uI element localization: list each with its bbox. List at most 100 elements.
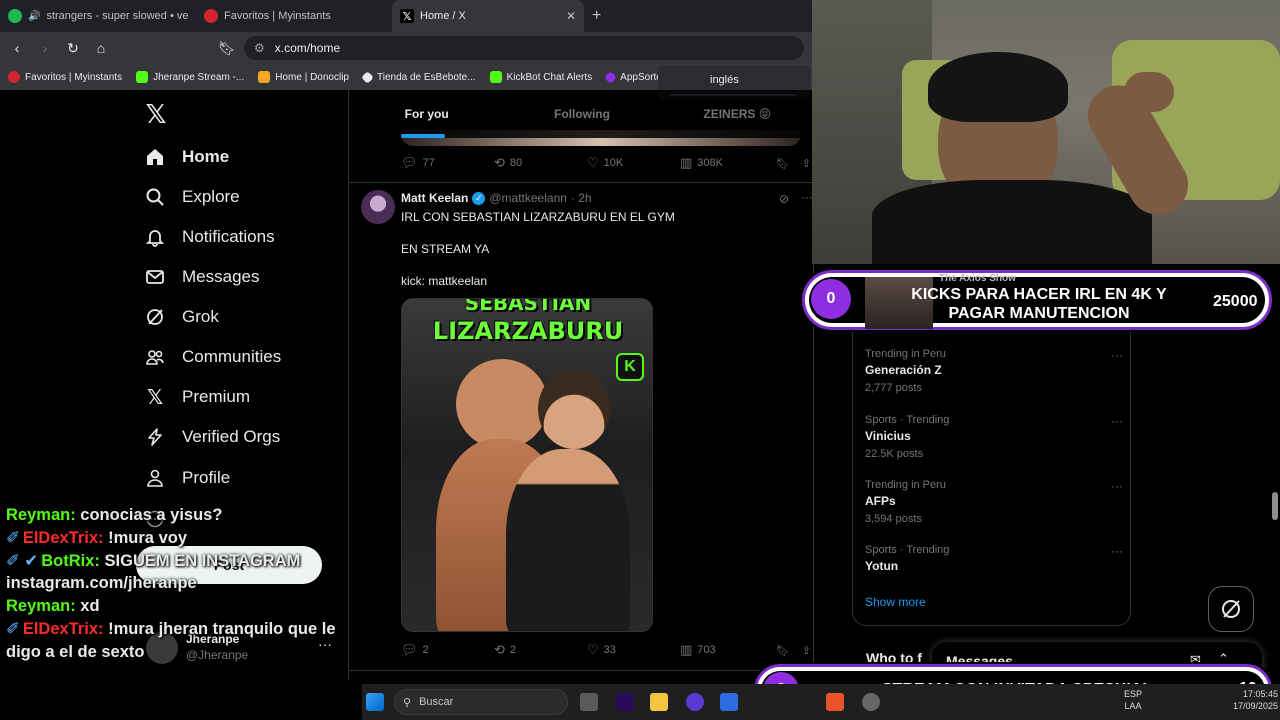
trend-item[interactable]: Sports · Trending Yotun ··· <box>865 544 1123 573</box>
tab-spotify[interactable]: 🔊 strangers - super slowed • velour <box>0 0 196 32</box>
nav-grok[interactable]: Grok <box>144 302 219 332</box>
bookmark-kickbot[interactable]: KickBot Chat Alerts <box>489 71 593 83</box>
nav-messages[interactable]: Messages <box>144 262 259 292</box>
post-media-image[interactable]: SEBASTIAN LIZARZABURU K <box>401 298 653 632</box>
bookmark-icon[interactable]: 🔖︎ <box>218 39 236 57</box>
webcam-hand <box>1124 72 1174 112</box>
views-button[interactable]: ▥ 308K <box>680 155 773 171</box>
nav-label: Premium <box>182 387 251 406</box>
tab-myinstants[interactable]: Favoritos | Myinstants <box>196 0 392 32</box>
tab-following[interactable]: Following <box>504 90 659 138</box>
bookmark-post-icon[interactable]: 🔖︎ <box>776 644 790 657</box>
scrollbar-thumb[interactable] <box>1272 492 1278 520</box>
goal-inner: 0 The Axios Show KICKS PARA HACER IRL EN… <box>809 273 1265 329</box>
like-button[interactable]: ♡ 10K <box>587 155 680 171</box>
avatar[interactable] <box>361 190 395 224</box>
reload-icon[interactable]: ↻ <box>64 39 82 57</box>
show-more-link[interactable]: Show more <box>865 595 926 609</box>
trend-item[interactable]: Sports · Trending Vinicius 22.5K posts ·… <box>865 414 1123 460</box>
media-figure <box>456 359 548 449</box>
nav-home[interactable]: Home <box>144 142 229 172</box>
like-button[interactable]: ♡ 33 <box>587 642 680 658</box>
app-icon[interactable] <box>862 693 880 711</box>
tab-zeiners[interactable]: ZEINERS 😝 <box>660 90 813 138</box>
translate-language[interactable]: inglés <box>710 74 739 86</box>
kickbot-icon <box>489 71 502 83</box>
like-count: 33 <box>603 644 616 656</box>
chat-text: !mura voy <box>108 528 187 547</box>
premiere-icon[interactable] <box>616 693 634 711</box>
bookmark-donoclip[interactable]: Home | Donoclip <box>258 71 349 83</box>
app-icon[interactable] <box>720 693 738 711</box>
nav-premium[interactable]: 𝕏 Premium <box>144 382 250 412</box>
reply-button[interactable]: 💬︎ 77 <box>401 155 494 171</box>
donoclip-icon <box>258 71 271 83</box>
bell-icon <box>144 226 166 248</box>
nav-verified-orgs[interactable]: Verified Orgs <box>144 422 280 452</box>
repost-button[interactable]: ⟲ 80 <box>494 155 587 171</box>
brave-icon[interactable] <box>826 693 844 711</box>
home-browser-icon[interactable]: ⌂ <box>92 39 110 57</box>
bookmark-tienda[interactable]: Tienda de EsBebote... <box>361 70 476 84</box>
tray-clock[interactable]: 17:05:45 17/09/2025 <box>1218 688 1278 712</box>
more-icon[interactable]: ··· <box>1111 414 1123 428</box>
bookmark-myinstants[interactable]: Favoritos | Myinstants <box>8 71 122 83</box>
author-name[interactable]: Matt Keelan <box>401 191 468 205</box>
reply-button[interactable]: 💬︎ 2 <box>401 642 494 658</box>
taskbar-search[interactable]: ⚲ Buscar <box>394 689 568 715</box>
heart-icon: ♡ <box>587 642 599 657</box>
grok-explain-icon[interactable]: ⊘ <box>779 192 789 206</box>
author-handle[interactable]: @mattkeelann <box>489 191 567 205</box>
nav-explore[interactable]: Explore <box>144 182 240 212</box>
new-tab-button[interactable]: + <box>592 7 601 25</box>
forward-icon[interactable]: › <box>36 39 54 57</box>
trend-name: Generación Z <box>865 363 942 377</box>
windows-start-icon[interactable] <box>366 693 384 711</box>
nav-communities[interactable]: Communities <box>144 342 281 372</box>
trend-item[interactable]: Trending in Peru AFPs 3,594 posts ··· <box>865 479 1123 525</box>
chat-text: conocias a yisus? <box>80 506 223 524</box>
more-icon[interactable]: ··· <box>1111 479 1123 493</box>
tab-for-you[interactable]: For you <box>349 90 504 138</box>
close-tab-icon[interactable]: ✕ <box>566 9 576 23</box>
chat-username: ElDexTrix: <box>22 528 104 547</box>
heart-icon: ♡ <box>587 155 599 170</box>
bot-badge-icon: ✐ ✔ <box>6 551 39 570</box>
nav-label: Explore <box>182 187 240 206</box>
nav-notifications[interactable]: Notifications <box>144 222 275 252</box>
tray-language[interactable]: ESP LAA <box>1118 688 1148 712</box>
post-time[interactable]: · 2h <box>571 191 592 205</box>
back-icon[interactable]: ‹ <box>8 39 26 57</box>
kick-icon <box>136 71 149 83</box>
trend-context: Trending in Peru <box>865 479 946 491</box>
address-bar[interactable]: ⚙ x.com/home <box>244 36 804 60</box>
search-icon <box>144 186 166 208</box>
chat-text: xd <box>80 597 100 616</box>
browser-tab-bar: 🔊 strangers - super slowed • velour Favo… <box>0 0 812 32</box>
search-placeholder: Buscar <box>419 696 454 708</box>
bookmark-label: KickBot Chat Alerts <box>506 71 593 83</box>
share-icon[interactable]: ⇪ <box>802 644 811 657</box>
mail-icon <box>144 266 166 288</box>
bookmark-post-icon[interactable]: 🔖︎ <box>776 157 790 170</box>
nav-profile[interactable]: Profile <box>144 463 230 493</box>
post-actions: 💬︎ 2 ⟲ 2 ♡ 33 ▥ 703 🔖︎ ⇪ <box>401 641 811 659</box>
verified-badge-icon: ✓ <box>472 191 486 205</box>
x-logo-icon[interactable]: 𝕏 <box>144 101 168 127</box>
bookmark-jheranpe[interactable]: Jheranpe Stream -... <box>136 71 244 83</box>
search-icon: ⚲ <box>403 696 412 709</box>
task-view-icon[interactable] <box>580 693 598 711</box>
views-button[interactable]: ▥ 703 <box>680 642 773 658</box>
site-info-icon[interactable]: ⚙ <box>254 41 265 55</box>
repost-button[interactable]: ⟲ 2 <box>494 642 587 658</box>
more-icon[interactable]: ··· <box>1111 544 1123 558</box>
folder-icon[interactable] <box>650 693 668 711</box>
tab-x-home[interactable]: 𝕏 Home / X ✕ <box>392 0 584 32</box>
more-icon[interactable]: ··· <box>1111 348 1123 362</box>
grok-icon[interactable] <box>1208 586 1254 632</box>
app-icon[interactable] <box>686 693 704 711</box>
trend-item[interactable]: Trending in Peru Generación Z 2,777 post… <box>865 348 1123 394</box>
x-favicon-icon: 𝕏 <box>400 9 414 23</box>
reply-icon: 💬︎ <box>401 642 418 657</box>
share-icon[interactable]: ⇪ <box>802 157 811 170</box>
